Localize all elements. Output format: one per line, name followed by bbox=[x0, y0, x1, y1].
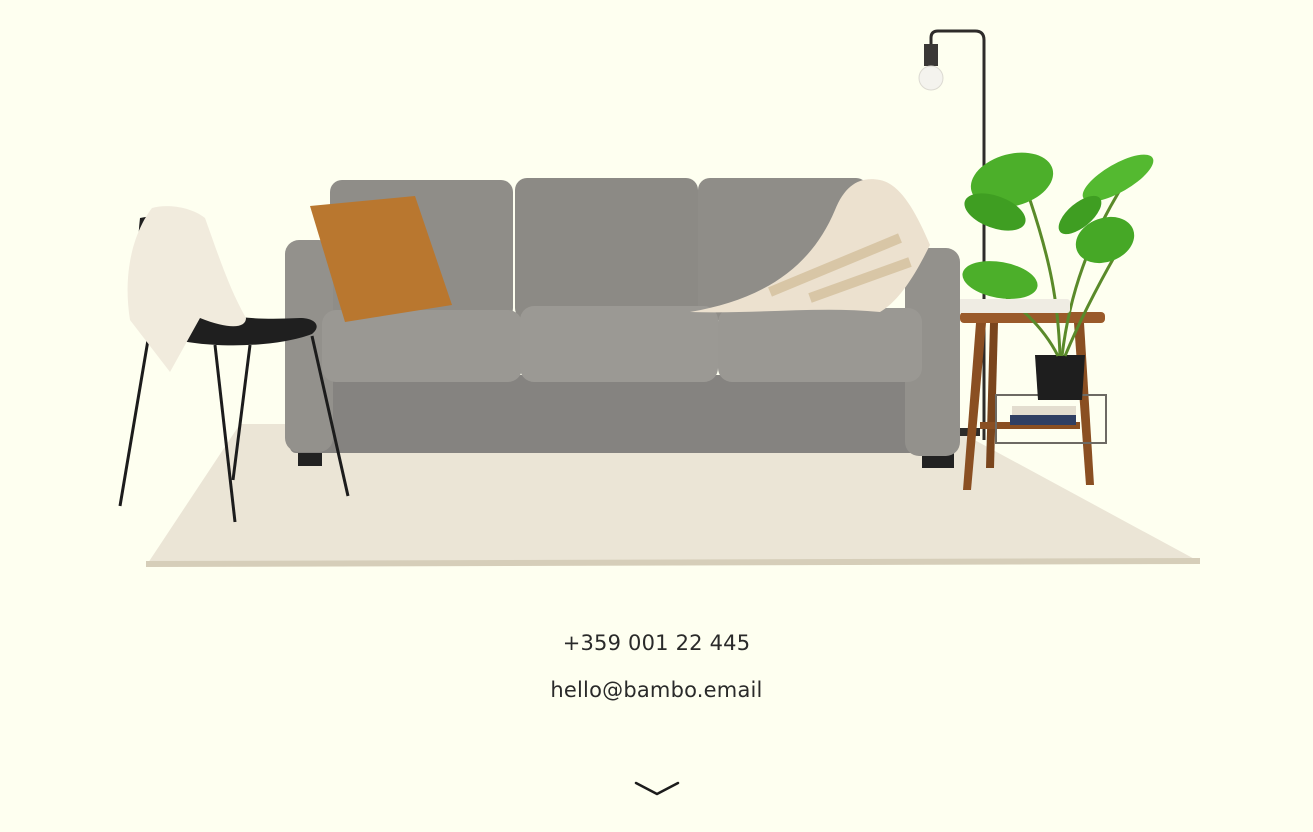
contact-email[interactable]: hello@bambo.email bbox=[0, 678, 1313, 702]
email-link[interactable]: hello@bambo.email bbox=[550, 678, 762, 702]
chevron-down-icon bbox=[634, 781, 680, 796]
hero-image bbox=[118, 29, 1200, 567]
potted-plant bbox=[958, 152, 1154, 400]
phone-link[interactable]: +359 001 22 445 bbox=[563, 631, 751, 655]
scroll-down-button[interactable] bbox=[633, 777, 681, 801]
contact-phone[interactable]: +359 001 22 445 bbox=[0, 631, 1313, 655]
landing-page: +359 001 22 445 hello@bambo.email bbox=[0, 0, 1313, 832]
